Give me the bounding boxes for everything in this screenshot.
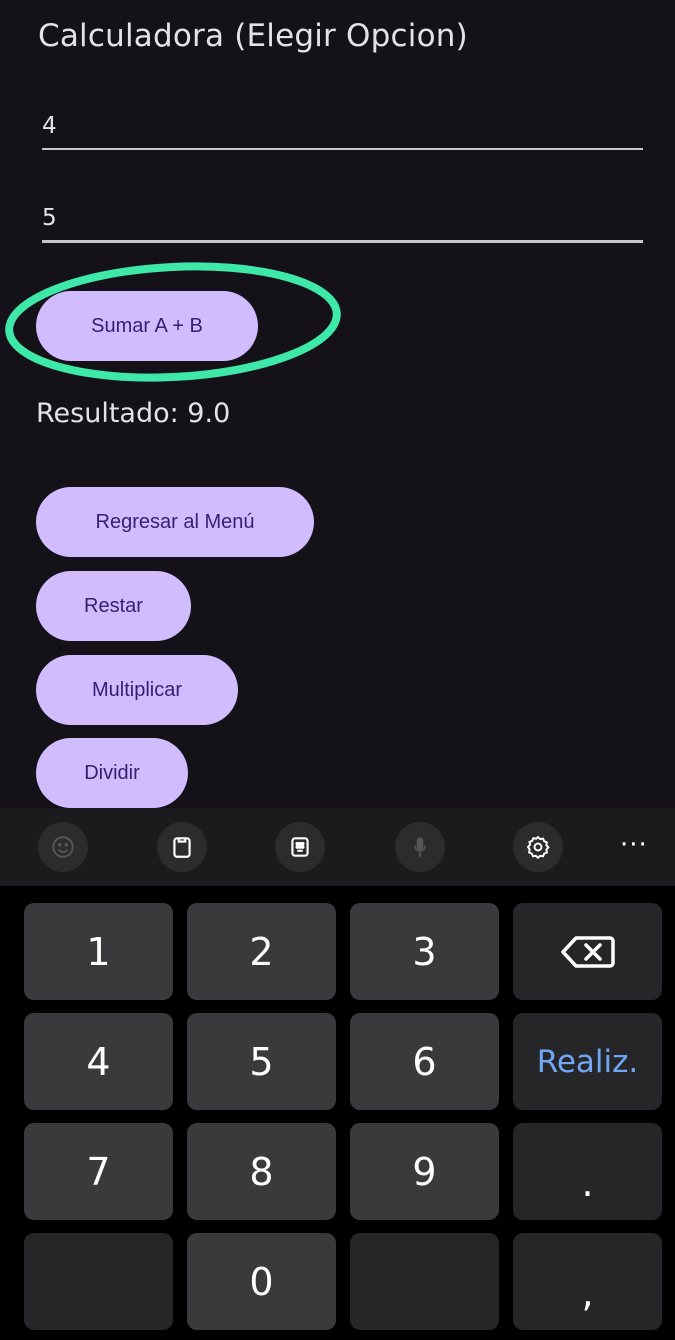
key-0[interactable]: 0 xyxy=(187,1233,336,1330)
key-6[interactable]: 6 xyxy=(350,1013,499,1110)
input-a-underline xyxy=(42,148,643,150)
key-4[interactable]: 4 xyxy=(24,1013,173,1110)
keyboard-toolbar: ··· xyxy=(0,808,675,886)
key-1[interactable]: 1 xyxy=(24,903,173,1000)
key-7[interactable]: 7 xyxy=(24,1123,173,1220)
done-key[interactable]: Realiz. xyxy=(513,1013,662,1110)
blank-key-left xyxy=(24,1233,173,1330)
back-to-menu-button[interactable]: Regresar al Menú xyxy=(36,487,314,557)
key-5[interactable]: 5 xyxy=(187,1013,336,1110)
dot-key[interactable]: . xyxy=(513,1123,662,1220)
input-a-field[interactable]: 4 xyxy=(42,108,643,152)
key-8[interactable]: 8 xyxy=(187,1123,336,1220)
clipboard-icon[interactable] xyxy=(157,822,207,872)
calculator-screen: Calculadora (Elegir Opcion) 4 5 Sumar A … xyxy=(0,0,675,808)
keypad-icon[interactable] xyxy=(275,822,325,872)
input-b-value: 5 xyxy=(42,205,57,231)
emoji-icon[interactable] xyxy=(38,822,88,872)
backspace-icon xyxy=(560,935,615,968)
key-3[interactable]: 3 xyxy=(350,903,499,1000)
key-2[interactable]: 2 xyxy=(187,903,336,1000)
blank-key-right xyxy=(350,1233,499,1330)
comma-key[interactable]: , xyxy=(513,1233,662,1330)
sum-button[interactable]: Sumar A + B xyxy=(36,291,258,361)
backspace-key[interactable] xyxy=(513,903,662,1000)
settings-icon[interactable] xyxy=(513,822,563,872)
subtract-button[interactable]: Restar xyxy=(36,571,191,641)
input-a-value: 4 xyxy=(42,113,57,139)
microphone-icon[interactable] xyxy=(395,822,445,872)
more-icon[interactable]: ··· xyxy=(620,830,648,860)
numeric-keyboard: 1 2 3 4 5 6 Realiz. 7 8 9 . 0 , xyxy=(0,886,675,1340)
input-b-underline xyxy=(42,240,643,243)
result-text: Resultado: 9.0 xyxy=(36,398,231,429)
page-title: Calculadora (Elegir Opcion) xyxy=(38,18,468,54)
divide-button[interactable]: Dividir xyxy=(36,738,188,808)
input-b-field[interactable]: 5 xyxy=(42,200,643,246)
multiply-button[interactable]: Multiplicar xyxy=(36,655,238,725)
key-9[interactable]: 9 xyxy=(350,1123,499,1220)
